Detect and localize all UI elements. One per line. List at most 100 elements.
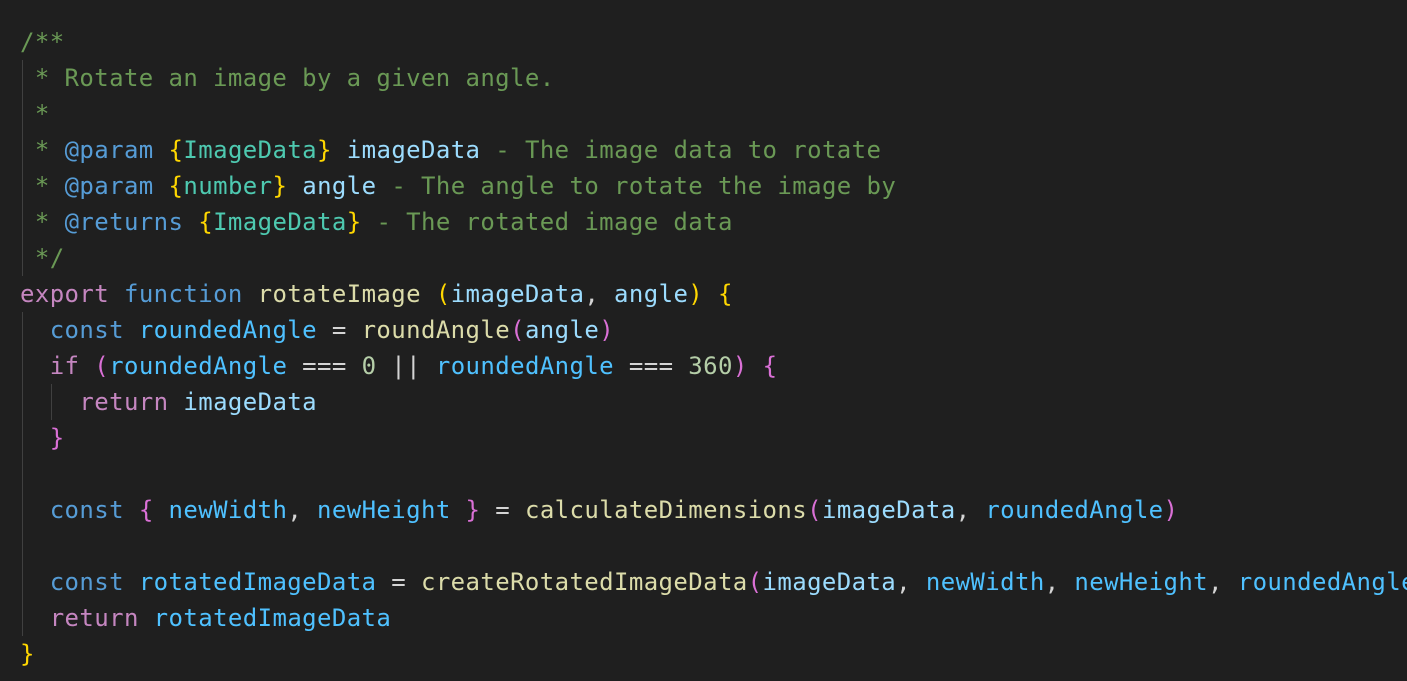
code-token: - The angle to rotate the image by — [376, 172, 897, 200]
indent-guide — [22, 132, 23, 168]
code-token: ImageData — [213, 208, 347, 236]
code-line[interactable] — [0, 456, 1407, 492]
code-line[interactable]: */ — [0, 240, 1407, 276]
code-token: */ — [20, 244, 65, 272]
code-line[interactable] — [0, 528, 1407, 564]
code-token: imageData — [183, 388, 318, 416]
code-token: createRotatedImageData — [420, 568, 748, 596]
code-token: rotateImage — [257, 280, 421, 308]
code-line[interactable]: } — [0, 420, 1407, 456]
indent-guide — [22, 168, 23, 204]
code-token: imageData — [762, 568, 897, 596]
code-line[interactable]: return rotatedImageData — [0, 600, 1407, 636]
indent-guide — [22, 528, 23, 564]
code-token: export — [20, 280, 110, 308]
indent-guide — [22, 420, 23, 456]
code-token: , — [1044, 568, 1075, 596]
indent-guide — [22, 456, 23, 492]
code-line[interactable]: return imageData — [0, 384, 1407, 420]
code-token: === — [287, 352, 362, 380]
code-token: rotatedImageData — [153, 604, 392, 632]
indent-guide — [22, 60, 23, 96]
code-editor[interactable]: /** * Rotate an image by a given angle. … — [0, 24, 1407, 672]
code-token: , — [287, 496, 318, 524]
code-token: ( — [510, 316, 525, 344]
code-token: - The rotated image data — [361, 208, 733, 236]
code-token: ) — [688, 280, 704, 308]
code-token: = — [317, 316, 362, 344]
code-token: { — [168, 136, 184, 164]
code-line[interactable]: * @param {number} angle - The angle to r… — [0, 168, 1407, 204]
code-token: calculateDimensions — [524, 496, 808, 524]
code-token: , — [955, 496, 986, 524]
code-token: 360 — [688, 352, 733, 380]
code-line[interactable]: const roundedAngle = roundAngle(angle) — [0, 312, 1407, 348]
code-token: === — [614, 352, 689, 380]
code-token: = — [376, 568, 421, 596]
code-token: imageData — [346, 136, 481, 164]
code-token: { — [762, 352, 778, 380]
code-token: imageData — [450, 280, 585, 308]
code-token: /** — [20, 28, 65, 56]
indent-guide — [22, 600, 23, 636]
indent-guide — [22, 564, 23, 600]
code-line[interactable]: if (roundedAngle === 0 || roundedAngle =… — [0, 348, 1407, 384]
code-token: imageData — [821, 496, 956, 524]
code-token: const — [49, 568, 124, 596]
code-token: } — [465, 496, 481, 524]
code-token: return — [79, 388, 169, 416]
indent-guide — [22, 204, 23, 240]
code-token: ) — [1163, 496, 1179, 524]
code-line[interactable]: const rotatedImageData = createRotatedIm… — [0, 564, 1407, 600]
code-token: roundedAngle — [138, 316, 318, 344]
code-token: angle — [302, 172, 377, 200]
code-line[interactable]: * Rotate an image by a given angle. — [0, 60, 1407, 96]
code-token: || — [376, 352, 436, 380]
code-token: = — [480, 496, 525, 524]
code-line[interactable]: * @returns {ImageData} - The rotated ima… — [0, 204, 1407, 240]
code-token: , — [1208, 568, 1238, 596]
code-token: function — [123, 280, 243, 308]
code-token: roundedAngle — [109, 352, 288, 380]
code-line[interactable]: const { newWidth, newHeight } = calculat… — [0, 492, 1407, 528]
code-token: ) — [599, 316, 615, 344]
code-token: , — [584, 280, 615, 308]
code-line[interactable]: * — [0, 96, 1407, 132]
code-token: } — [317, 136, 332, 164]
indent-guide — [22, 312, 23, 348]
code-token: * — [20, 208, 65, 236]
code-token: roundedAngle — [435, 352, 615, 380]
code-token: ( — [747, 568, 763, 596]
code-token: newHeight — [317, 496, 451, 524]
code-line[interactable]: * @param {ImageData} imageData - The ima… — [0, 132, 1407, 168]
indent-guide — [22, 492, 23, 528]
code-line[interactable]: } — [0, 636, 1407, 672]
code-token: { — [718, 280, 733, 308]
code-line[interactable]: export function rotateImage (imageData, … — [0, 276, 1407, 312]
code-line[interactable]: /** — [0, 24, 1407, 60]
code-token: newWidth — [168, 496, 288, 524]
code-token: newHeight — [1074, 568, 1209, 596]
indent-guide — [51, 384, 52, 420]
code-token: roundedAngle — [1237, 568, 1407, 596]
code-token: { — [138, 496, 154, 524]
code-token: @param — [64, 172, 154, 200]
code-token: ImageData — [183, 136, 318, 164]
code-token: * — [20, 172, 65, 200]
